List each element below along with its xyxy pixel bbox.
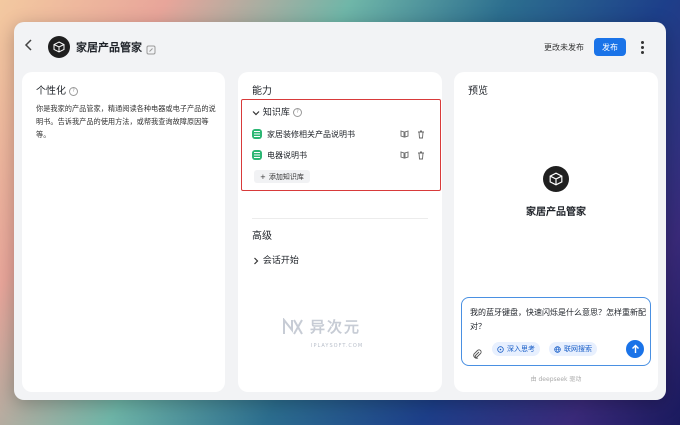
add-knowledge-label: 添加知识库 <box>268 172 304 181</box>
preview-panel: 预览 家居产品管家 我的蓝牙键盘，快速闪烁是什么意思？怎样重新配对？ 深入思考 … <box>454 72 658 392</box>
attachment-icon[interactable] <box>472 344 482 363</box>
back-arrow-icon[interactable] <box>24 38 38 54</box>
knowledge-item-actions <box>400 148 425 162</box>
cube-icon <box>549 172 563 186</box>
database-icon <box>252 129 262 139</box>
knowledge-item-label: 电器说明书 <box>267 150 307 160</box>
abilities-title: 能力 <box>252 86 272 97</box>
book-icon[interactable] <box>400 130 409 138</box>
divider <box>252 218 428 219</box>
help-icon[interactable]: ? <box>292 108 302 117</box>
trash-icon[interactable] <box>417 151 425 160</box>
knowledge-title: 知识库 <box>262 108 290 118</box>
app-logo-icon <box>48 36 70 58</box>
knowledge-item[interactable]: 电器说明书 <box>252 148 307 162</box>
send-button[interactable] <box>626 340 644 358</box>
watermark-icon <box>283 317 303 334</box>
database-icon <box>252 150 262 160</box>
chat-input-box[interactable]: 我的蓝牙键盘，快速闪烁是什么意思？怎样重新配对？ 深入思考 联网搜索 <box>461 297 651 366</box>
watermark-logo: 异次元 <box>282 316 361 337</box>
edit-icon[interactable] <box>146 40 156 55</box>
plus-icon: + <box>260 172 266 181</box>
conversation-start-item[interactable]: 会话开始 <box>252 253 299 266</box>
knowledge-header[interactable]: 知识库? <box>252 105 302 118</box>
chevron-right-icon <box>254 257 259 264</box>
bot-avatar <box>543 166 569 192</box>
arrow-up-icon <box>631 344 639 353</box>
watermark-subtext: IPLAYSOFT.COM <box>311 343 364 349</box>
unpublished-status: 更改未发布 <box>544 43 584 52</box>
bot-title: 家居产品管家 <box>76 41 142 54</box>
persona-text[interactable]: 你是我家的产品管家，精通阅读各种电器或电子产品的说明书。告诉我产品的使用方法，或… <box>36 102 216 141</box>
globe-icon <box>554 345 561 353</box>
publish-button[interactable]: 发布 <box>594 38 626 56</box>
knowledge-item-label: 家居装修相关产品说明书 <box>267 129 355 139</box>
web-search-toggle[interactable]: 联网搜索 <box>549 342 597 356</box>
bot-name: 家居产品管家 <box>526 207 586 218</box>
top-bar: 家居产品管家 更改未发布 发布 <box>14 22 666 72</box>
persona-title: 个性化 <box>36 86 66 97</box>
trash-icon[interactable] <box>417 130 425 139</box>
advanced-title: 高级 <box>252 231 272 242</box>
deep-think-label: 深入思考 <box>507 345 535 353</box>
chat-input[interactable]: 我的蓝牙键盘，快速闪烁是什么意思？怎样重新配对？ <box>470 306 648 334</box>
chevron-down-icon <box>252 110 260 115</box>
powered-by: 由 deepseek 驱动 <box>530 376 582 383</box>
deep-think-toggle[interactable]: 深入思考 <box>492 342 540 356</box>
persona-panel: 个性化? 你是我家的产品管家，精通阅读各种电器或电子产品的说明书。告诉我产品的使… <box>22 72 225 392</box>
web-search-label: 联网搜索 <box>564 345 592 353</box>
book-icon[interactable] <box>400 151 409 159</box>
knowledge-item-actions <box>400 127 425 141</box>
help-icon[interactable]: ? <box>69 86 78 96</box>
more-options-icon[interactable] <box>636 39 648 55</box>
atom-icon <box>497 345 504 353</box>
persona-heading: 个性化? <box>36 82 78 97</box>
knowledge-item[interactable]: 家居装修相关产品说明书 <box>252 127 355 141</box>
watermark-text: 异次元 <box>310 318 362 336</box>
preview-title: 预览 <box>468 86 488 97</box>
add-knowledge-button[interactable]: + 添加知识库 <box>254 170 310 183</box>
conversation-start-label: 会话开始 <box>262 256 299 266</box>
